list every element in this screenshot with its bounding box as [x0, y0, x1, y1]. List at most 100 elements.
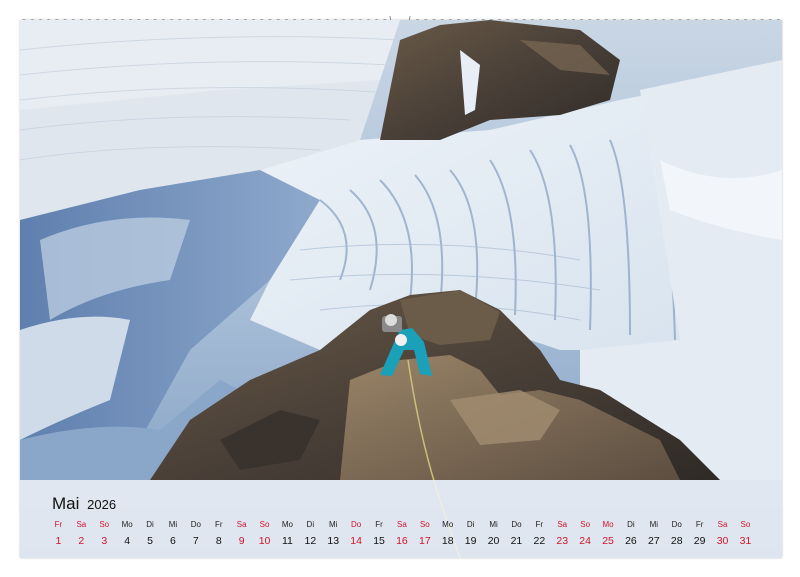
- day-number: 9: [238, 535, 245, 547]
- day-number: 31: [739, 535, 752, 547]
- day-cell: Do 14: [345, 520, 368, 549]
- weekday-label: Mi: [329, 520, 338, 529]
- weekday-label: Fr: [54, 520, 63, 529]
- day-number: 3: [101, 535, 108, 547]
- weekday-label: Mo: [281, 520, 293, 529]
- weekday-label: Mi: [168, 520, 178, 529]
- day-cell: Sa 30: [711, 520, 734, 549]
- weekday-label: Sa: [236, 520, 247, 529]
- day-cell: Fr 8: [207, 520, 230, 549]
- day-cell: So 31: [734, 520, 757, 549]
- year-label: 2026: [87, 497, 117, 512]
- calendar-grid: Mai 2026 Fr 1 Sa 2 So 3 Mo 4 Di 5 Mi 6 Do 7 Fr 8 Sa 9 So 10…: [20, 480, 782, 558]
- day-cell: Do 21: [505, 520, 528, 549]
- day-cell: So 3: [93, 520, 116, 549]
- weekday-label: Mi: [649, 520, 659, 529]
- day-cell: Sa 16: [391, 520, 414, 549]
- day-cell: So 17: [413, 520, 436, 549]
- day-number: 15: [373, 535, 385, 547]
- weekday-label: Do: [671, 520, 682, 529]
- day-number: 26: [625, 535, 637, 547]
- weekday-label: Sa: [76, 520, 87, 529]
- mountain-photo: [20, 20, 782, 558]
- day-number: 30: [716, 535, 729, 547]
- day-cell: Fr 22: [528, 520, 551, 549]
- day-cell: Sa 2: [70, 520, 93, 549]
- weekday-label: Mo: [602, 520, 614, 529]
- day-number: 4: [124, 535, 131, 547]
- calendar-page: Mai 2026 Fr 1 Sa 2 So 3 Mo 4 Di 5 Mi 6 Do 7 Fr 8 Sa 9 So 10…: [20, 20, 782, 558]
- day-number: 10: [258, 535, 271, 547]
- day-number: 7: [192, 535, 199, 547]
- day-number: 1: [55, 535, 62, 547]
- weekday-label: So: [99, 520, 110, 529]
- weekday-label: Do: [511, 520, 522, 529]
- day-number: 24: [579, 535, 591, 547]
- weekday-label: Di: [627, 520, 635, 529]
- day-cell: Mo 25: [597, 520, 620, 549]
- day-cell: Di 12: [299, 520, 322, 549]
- day-number: 8: [215, 535, 222, 547]
- weekday-label: Sa: [557, 520, 568, 529]
- weekday-label: Fr: [695, 520, 704, 529]
- weekday-label: Fr: [535, 520, 544, 529]
- weekday-label: So: [580, 520, 591, 529]
- weekday-label: So: [740, 520, 751, 529]
- day-number: 17: [418, 535, 431, 547]
- month-title: Mai 2026: [52, 494, 116, 514]
- day-number: 28: [670, 535, 683, 547]
- weekday-label: Mo: [121, 520, 133, 529]
- day-number: 20: [487, 535, 500, 547]
- day-number: 27: [647, 535, 660, 547]
- day-cell: So 24: [574, 520, 597, 549]
- day-cell: Fr 29: [688, 520, 711, 549]
- weekday-label: So: [259, 520, 270, 529]
- day-number: 21: [510, 535, 523, 547]
- day-cell: Mi 13: [322, 520, 345, 549]
- day-cell: Sa 9: [230, 520, 253, 549]
- day-cell: Fr 15: [368, 520, 391, 549]
- weekday-label: Di: [306, 520, 315, 529]
- day-number: 12: [304, 535, 317, 547]
- weekday-label: Mo: [442, 520, 454, 529]
- day-cell: Do 7: [184, 520, 207, 549]
- day-cell: Di 5: [139, 520, 162, 549]
- weekday-label: Fr: [214, 520, 223, 529]
- weekday-label: Do: [190, 520, 201, 529]
- day-cell: So 10: [253, 520, 276, 549]
- day-cell: Di 26: [620, 520, 643, 549]
- day-number: 14: [350, 535, 362, 547]
- weekday-label: Sa: [397, 520, 407, 529]
- day-cell: Mi 27: [642, 520, 665, 549]
- day-number: 6: [170, 535, 176, 547]
- day-number: 22: [533, 535, 546, 547]
- day-number: 11: [281, 535, 293, 547]
- day-cell: Mi 6: [162, 520, 185, 549]
- day-number: 18: [441, 535, 454, 547]
- weekday-label: Mi: [489, 520, 498, 529]
- day-number: 16: [396, 535, 408, 547]
- day-cell: Fr 1: [47, 520, 70, 549]
- day-number: 25: [602, 535, 614, 547]
- day-cell: Di 19: [459, 520, 482, 549]
- weekday-label: Sa: [717, 520, 728, 529]
- weekday-label: So: [419, 520, 430, 529]
- day-number: 5: [147, 535, 153, 547]
- day-number: 29: [693, 535, 706, 547]
- day-number: 23: [556, 535, 569, 547]
- day-number: 2: [78, 535, 85, 547]
- day-cell: Sa 23: [551, 520, 574, 549]
- days-row: Fr 1 Sa 2 So 3 Mo 4 Di 5 Mi 6 Do 7 Fr 8 Sa 9 So 10 Mo 11 Di 12 M…: [47, 520, 780, 552]
- day-cell: Mi 20: [482, 520, 505, 549]
- weekday-label: Di: [466, 520, 475, 529]
- month-name: Mai: [52, 494, 80, 513]
- weekday-label: Do: [351, 520, 362, 529]
- day-number: 13: [327, 535, 340, 547]
- day-cell: Mo 11: [276, 520, 299, 549]
- weekday-label: Di: [146, 520, 154, 529]
- day-cell: Mo 18: [436, 520, 459, 549]
- weekday-label: Fr: [375, 520, 383, 529]
- day-cell: Do 28: [665, 520, 688, 549]
- day-number: 19: [464, 535, 477, 547]
- day-cell: Mo 4: [116, 520, 139, 549]
